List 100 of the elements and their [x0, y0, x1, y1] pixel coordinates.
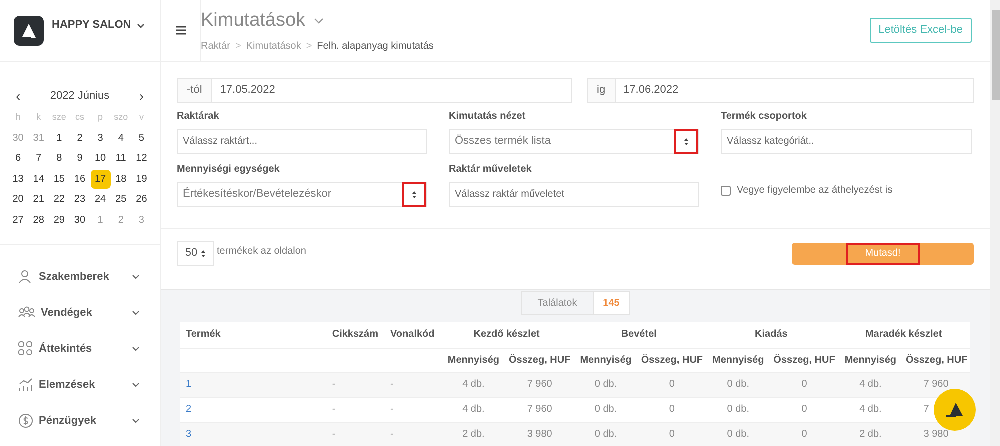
calendar-day[interactable]: 25 — [111, 190, 132, 210]
table-cell: 0 db. — [727, 429, 750, 440]
calendar-day[interactable]: 18 — [111, 170, 132, 189]
month-title: 2022 Június — [50, 88, 110, 104]
product-link[interactable]: 1 — [186, 379, 192, 390]
calendar-day[interactable]: 16 — [70, 170, 90, 189]
table-cell: 7 960 — [527, 404, 552, 415]
select-field[interactable]: Összes termék lista — [449, 129, 699, 154]
calendar-day[interactable]: 9 — [70, 149, 90, 168]
calendar-day[interactable]: 20 — [8, 190, 28, 210]
column-header: Mennyiség — [844, 354, 897, 366]
date-field[interactable]: 17.05.2022 — [212, 78, 572, 103]
column-header: Mennyiség — [448, 354, 500, 366]
calendar-day[interactable]: 22 — [49, 190, 70, 210]
date-field[interactable]: 17.06.2022 — [616, 78, 974, 103]
input-field[interactable]: Válassz raktárt... — [177, 129, 427, 154]
product-link[interactable]: 3 — [186, 429, 192, 440]
logo-icon — [14, 16, 44, 46]
calendar-day[interactable]: 21 — [28, 190, 49, 210]
results-count: 145 — [594, 291, 630, 315]
calendar-day[interactable]: 28 — [28, 210, 49, 230]
calendar-day[interactable]: 24 — [90, 190, 111, 210]
input-field[interactable]: Válassz kategóriát.. — [721, 129, 972, 154]
brand-name: HAPPY SALON — [52, 18, 132, 34]
column-header: Összeg, HUF — [774, 354, 836, 366]
table-cell: 0 — [669, 379, 675, 390]
table-cell: 3 980 — [527, 429, 552, 440]
sidebar-item[interactable]: Vendégek — [41, 304, 92, 322]
chevron-down-icon[interactable] — [132, 274, 140, 280]
table-cell: 0 db. — [594, 379, 618, 390]
sort-arrows-icon — [684, 138, 688, 146]
calendar-day[interactable]: 1 — [49, 128, 70, 148]
calendar-day[interactable]: 5 — [132, 128, 152, 148]
calendar-day[interactable]: 17 — [90, 170, 111, 189]
table-cell: 0 db. — [594, 429, 618, 440]
checkbox[interactable] — [721, 186, 731, 196]
calendar-day[interactable]: 29 — [49, 210, 70, 230]
calendar-day[interactable]: 4 — [111, 128, 132, 148]
calendar-day[interactable]: 13 — [8, 170, 28, 189]
calendar-day[interactable]: 11 — [111, 149, 132, 168]
table-cell: 0 db. — [727, 379, 750, 390]
select-field[interactable]: Értékesítéskor/Bevételezéskor — [177, 182, 427, 207]
weekday-label: v — [139, 111, 144, 124]
product-link[interactable]: 2 — [186, 404, 192, 415]
menu-icon[interactable] — [176, 26, 186, 35]
weekday-label: k — [36, 111, 42, 124]
calendar-day[interactable]: 3 — [90, 128, 111, 148]
dollar-coin-icon — [18, 413, 34, 429]
calendar-day[interactable]: 19 — [132, 170, 152, 189]
calendar-day[interactable]: 23 — [70, 190, 90, 210]
column-header: Kiadás — [755, 329, 788, 340]
table-cell: - — [332, 429, 336, 440]
calendar-day[interactable]: 15 — [49, 170, 70, 189]
breadcrumb-separator: > — [235, 40, 242, 54]
table-cell: 0 — [802, 429, 808, 440]
weekday-label: cs — [75, 111, 84, 124]
table-cell: - — [390, 379, 394, 390]
field-label: Raktárak — [177, 111, 220, 123]
sidebar-item[interactable]: Szakemberek — [39, 268, 110, 286]
calendar-day[interactable]: 7 — [28, 149, 49, 168]
sidebar-item[interactable]: Pénzügyek — [39, 412, 96, 430]
calendar-day[interactable]: 10 — [90, 149, 111, 168]
table-cell: 4 db. — [462, 404, 485, 415]
calendar-day[interactable]: 27 — [8, 210, 28, 230]
checkbox-label: Vegye figyelembe az áthelyezést is — [737, 184, 893, 198]
table-cell: 3 980 — [924, 429, 949, 440]
previous-month-button[interactable]: ‹ — [16, 86, 21, 106]
table-cell: 4 db. — [860, 404, 882, 415]
calendar-day[interactable]: 12 — [132, 149, 152, 168]
calendar-day[interactable]: 26 — [132, 190, 152, 210]
calendar-day[interactable]: 6 — [8, 149, 28, 168]
calendar-day[interactable]: 8 — [49, 149, 70, 168]
calendar-day[interactable]: 30 — [70, 210, 90, 230]
sidebar-item[interactable]: Áttekintés — [39, 340, 92, 358]
table-cell: 2 db. — [462, 429, 485, 440]
table-cell: 2 db. — [860, 429, 882, 440]
calendar-day[interactable]: 2 — [70, 128, 90, 148]
field-label: Raktár műveletek — [449, 164, 533, 176]
scrollbar[interactable] — [990, 0, 1000, 446]
chevron-down-icon[interactable] — [132, 418, 140, 424]
calendar-day[interactable]: 14 — [28, 170, 49, 189]
scrollbar-thumb[interactable] — [992, 10, 1000, 100]
chevron-down-icon[interactable] — [132, 382, 140, 388]
column-header: Cikkszám — [332, 329, 378, 340]
input-field[interactable]: Válassz raktár műveletet — [449, 182, 699, 207]
sidebar-item[interactable]: Elemzések — [39, 376, 96, 394]
chevron-down-icon[interactable] — [132, 310, 140, 316]
next-month-button[interactable]: › — [139, 86, 144, 106]
table-cell: 4 db. — [860, 379, 882, 390]
table-cell: 4 db. — [462, 379, 485, 390]
column-header: Maradék készlet — [865, 329, 942, 340]
column-header: Bevétel — [621, 329, 657, 340]
per-page-label: termékek az oldalon — [217, 244, 306, 258]
per-page-select[interactable]: 50 — [177, 241, 214, 266]
table-cell: 0 — [669, 429, 675, 440]
column-header: Mennyiség — [580, 354, 632, 366]
chevron-down-icon[interactable] — [132, 346, 140, 352]
column-header: Mennyiség — [712, 354, 764, 366]
table-cell: 0 db. — [594, 404, 618, 415]
table-cell: 7 960 — [527, 379, 552, 390]
